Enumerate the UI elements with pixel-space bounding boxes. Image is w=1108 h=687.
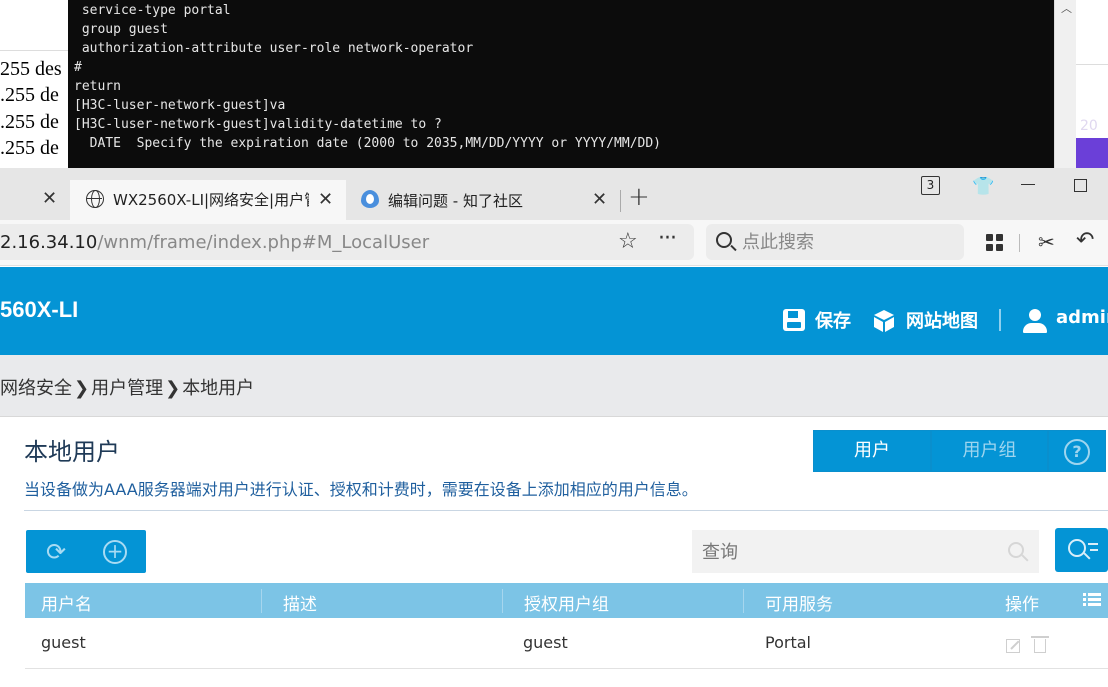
search-icon[interactable] xyxy=(1008,542,1024,558)
breadcrumb-item-current: 本地用户 xyxy=(182,378,255,399)
terminal-window[interactable]: service-type portal group guest authoriz… xyxy=(68,0,1054,168)
browser-tab-bar: ✕ WX2560X-LI|网络安全|用户管理 ✕ 编辑问题 - 知了社区 ✕ +… xyxy=(0,168,1108,220)
background-text-line: .255 de xyxy=(0,111,59,133)
browser-search-box[interactable] xyxy=(706,224,964,260)
url-path: /wnm/frame/index.php#M_LocalUser xyxy=(97,232,430,253)
column-header-service[interactable]: 可用服务 xyxy=(765,590,833,615)
chevron-right-icon: ❯ xyxy=(74,378,90,399)
advanced-search-button[interactable] xyxy=(1055,528,1108,572)
query-field[interactable] xyxy=(692,530,1039,573)
terminal-line: service-type portal xyxy=(74,3,231,18)
table-header: 用户名 描述 授权用户组 可用服务 操作 xyxy=(25,583,1108,618)
app-header: 560X-LI 保存 网站地图 admin xyxy=(0,267,1108,355)
skin-icon[interactable]: 👕 xyxy=(972,176,994,197)
browser-search-input[interactable] xyxy=(742,230,952,254)
delete-icon[interactable] xyxy=(1031,636,1049,653)
url-text: 2.16.34.10/wnm/frame/index.php#M_LocalUs… xyxy=(0,232,429,253)
terminal-line: [H3C-luser-network-guest]va xyxy=(74,98,286,113)
tab-user-group[interactable]: 用户组 xyxy=(931,430,1048,472)
table-row[interactable]: guest guest Portal xyxy=(25,619,1108,669)
save-button[interactable]: 保存 xyxy=(815,307,851,333)
terminal-line: # xyxy=(74,60,82,75)
edit-icon[interactable] xyxy=(1006,639,1020,653)
save-icon[interactable] xyxy=(783,309,805,331)
page-title: 本地用户 xyxy=(24,438,120,466)
column-divider[interactable] xyxy=(743,589,744,613)
globe-icon xyxy=(86,190,104,208)
user-menu-button[interactable]: admin xyxy=(1056,307,1108,328)
background-window-right: 20 xyxy=(1076,0,1108,168)
help-icon: ? xyxy=(1064,439,1090,465)
apps-grid-icon[interactable] xyxy=(986,234,1004,252)
address-bar: 2.16.34.10/wnm/frame/index.php#M_LocalUs… xyxy=(0,220,1108,266)
divider xyxy=(620,190,621,212)
app-brand: 560X-LI xyxy=(0,297,79,322)
column-header-username[interactable]: 用户名 xyxy=(41,590,92,615)
sitemap-button[interactable]: 网站地图 xyxy=(906,307,978,333)
url-field[interactable]: 2.16.34.10/wnm/frame/index.php#M_LocalUs… xyxy=(0,224,694,260)
more-icon[interactable]: ··· xyxy=(658,226,677,251)
column-header-description[interactable]: 描述 xyxy=(283,590,317,615)
column-divider[interactable] xyxy=(502,589,503,613)
background-fragment: 20 xyxy=(1080,118,1098,134)
tab-user[interactable]: 用户 xyxy=(813,430,931,472)
search-icon xyxy=(716,232,732,248)
cell-service: Portal xyxy=(765,633,811,652)
breadcrumb-item[interactable]: 用户管理 xyxy=(91,378,163,399)
divider xyxy=(1019,234,1020,252)
help-button[interactable]: ? xyxy=(1048,430,1106,472)
undo-icon[interactable]: ↶ xyxy=(1076,228,1094,253)
add-icon[interactable]: + xyxy=(103,540,127,564)
background-window: 255 des .255 de .255 de .255 de xyxy=(0,0,70,170)
column-header-group[interactable]: 授权用户组 xyxy=(524,590,609,615)
star-icon[interactable]: ☆ xyxy=(618,229,638,254)
new-tab-button[interactable]: + xyxy=(628,182,650,212)
table-toolbar: ⟳ + xyxy=(26,530,146,573)
terminal-line: DATE Specify the expiration date (2000 t… xyxy=(74,136,661,151)
cell-username: guest xyxy=(41,633,86,652)
page-description: 当设备做为AAA服务器端对用户进行认证、授权和计费时，需要在设备上添加相应的用户… xyxy=(24,480,698,499)
terminal-line: [H3C-luser-network-guest]validity-dateti… xyxy=(74,117,442,132)
divider xyxy=(999,309,1001,331)
breadcrumb: 网络安全 ❯ 用户管理 ❯ 本地用户 xyxy=(0,355,1108,417)
chevron-right-icon: ❯ xyxy=(165,378,181,399)
divider xyxy=(24,510,1108,511)
maximize-icon[interactable] xyxy=(1074,179,1087,192)
background-text-line: 255 des xyxy=(0,58,62,80)
terminal-line: return xyxy=(74,79,121,94)
column-header-actions: 操作 xyxy=(1005,595,1039,615)
minimize-icon[interactable] xyxy=(1021,184,1035,185)
close-tab-icon[interactable]: ✕ xyxy=(318,189,333,210)
cell-group: guest xyxy=(523,633,568,652)
cube-icon[interactable] xyxy=(873,309,895,333)
window-count-button[interactable]: 3 xyxy=(921,176,940,195)
tab-title: WX2560X-LI|网络安全|用户管理 xyxy=(113,191,309,209)
divider xyxy=(1076,64,1108,65)
close-tab-icon[interactable]: ✕ xyxy=(592,189,607,210)
divider xyxy=(0,50,70,51)
background-panel xyxy=(1076,138,1108,168)
site-icon xyxy=(361,190,379,208)
table-row[interactable] xyxy=(25,669,1108,687)
close-tab-icon[interactable]: ✕ xyxy=(42,188,57,209)
query-input[interactable] xyxy=(702,539,992,565)
background-text-line: .255 de xyxy=(0,137,59,159)
terminal-scrollbar[interactable]: ︿ xyxy=(1054,0,1076,168)
column-settings-icon[interactable] xyxy=(1083,593,1101,607)
breadcrumb-item[interactable]: 网络安全 xyxy=(0,378,72,399)
background-text-line: .255 de xyxy=(0,84,59,106)
terminal-line: authorization-attribute user-role networ… xyxy=(74,41,474,56)
tab-title[interactable]: 编辑问题 - 知了社区 xyxy=(388,190,568,211)
column-divider[interactable] xyxy=(261,589,262,613)
user-icon[interactable] xyxy=(1023,309,1047,333)
scissors-icon[interactable]: ✂ xyxy=(1038,230,1055,254)
advanced-search-icon xyxy=(1068,539,1086,557)
scroll-up-icon[interactable]: ︿ xyxy=(1061,3,1072,14)
url-host: 2.16.34.10 xyxy=(0,232,98,253)
tab-active[interactable]: WX2560X-LI|网络安全|用户管理 ✕ xyxy=(70,180,346,220)
refresh-icon[interactable]: ⟳ xyxy=(43,539,69,565)
terminal-line: group guest xyxy=(74,22,168,37)
